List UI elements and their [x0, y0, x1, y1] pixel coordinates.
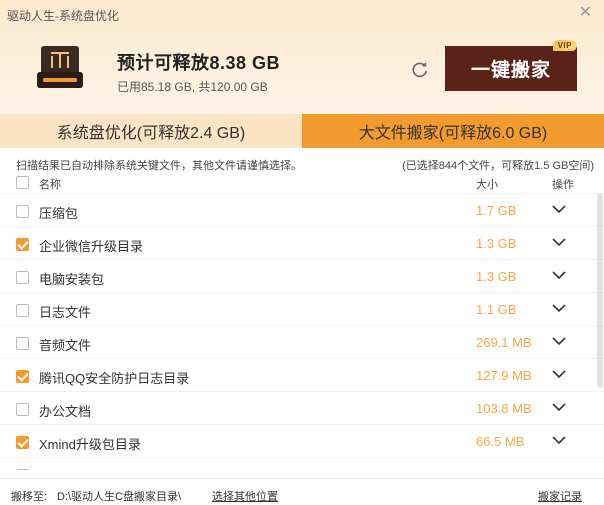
one-key-move-label: 一键搬家 [470, 60, 551, 81]
selection-summary: (已选择844个文件，可释放1.5 GB空间) [402, 160, 594, 172]
item-size: 269.1 MB [476, 335, 532, 350]
item-size: 1.7 GB [476, 203, 517, 218]
list-item[interactable]: 企业微信升级目录 1.3 GB [0, 226, 604, 259]
list-item[interactable]: 腾讯QQ安全防护日志目录 127.9 MB [0, 358, 604, 391]
item-size: 1.1 GB [476, 302, 517, 317]
item-size: 127.9 MB [476, 368, 532, 383]
close-icon[interactable]: ✕ [579, 5, 592, 21]
chevron-down-icon[interactable] [550, 433, 568, 447]
list-item[interactable]: 压缩包 1.7 GB [0, 193, 604, 226]
list-scrollbar[interactable] [597, 193, 603, 388]
column-size: 大小 [476, 179, 498, 191]
chevron-down-icon[interactable] [550, 334, 568, 348]
item-checkbox[interactable] [16, 403, 29, 416]
item-size: 66.5 MB [476, 434, 525, 449]
chevron-down-icon[interactable] [550, 268, 568, 282]
item-name: 压缩包 [39, 206, 79, 221]
item-name: 腾讯QQ安全防护日志目录 [39, 371, 190, 386]
move-to-label: 搬移至: [11, 491, 48, 503]
header: 驱动人生-系统盘优化 ✕ 预计可释放8.38 GB 已用85.18 GB, 共1… [0, 0, 604, 114]
list-item[interactable]: 电脑安装包 1.3 GB [0, 259, 604, 292]
footer: 搬移至: D:\驱动人生C盘搬家目录\ 选择其他位置 搬家记录 [0, 478, 604, 505]
column-action: 操作 [552, 179, 574, 191]
window-title: 驱动人生-系统盘优化 [7, 9, 119, 23]
chevron-down-icon[interactable] [550, 400, 568, 414]
scan-hint: 扫描结果已自动排除系统关键文件，其他文件请谨慎选择。 [16, 160, 302, 172]
select-all-checkbox[interactable] [16, 176, 29, 189]
item-checkbox[interactable] [16, 304, 29, 317]
item-checkbox[interactable] [16, 469, 29, 470]
chevron-down-icon[interactable] [550, 301, 568, 315]
item-name: 音频文件 [39, 338, 92, 353]
choose-other-location-link[interactable]: 选择其他位置 [212, 488, 278, 504]
column-header: 名称 大小 操作 [0, 174, 604, 192]
file-list: 压缩包 1.7 GB 企业微信升级目录 1.3 GB 电脑安装包 1.3 GB … [0, 193, 604, 470]
item-checkbox[interactable] [16, 238, 29, 251]
item-checkbox[interactable] [16, 337, 29, 350]
list-item[interactable]: 办公文档 103.8 MB [0, 391, 604, 424]
chevron-down-icon[interactable] [550, 202, 568, 216]
item-checkbox[interactable] [16, 436, 29, 449]
refresh-icon[interactable] [410, 60, 430, 80]
vip-badge: VIP [552, 40, 577, 51]
item-name: Xmind升级包目录 [39, 437, 141, 452]
chevron-down-icon[interactable] [550, 235, 568, 249]
item-name: 企业微信升级目录 [39, 239, 144, 254]
list-item[interactable]: Xmind升级包目录 66.5 MB [0, 424, 604, 457]
move-target-path: D:\驱动人生C盘搬家目录\ [57, 491, 182, 503]
release-estimate: 预计可释放8.38 GB [117, 53, 281, 73]
move-history-link[interactable]: 搬家记录 [538, 488, 582, 504]
list-item[interactable]: 日志文件 1.1 GB [0, 292, 604, 325]
item-checkbox[interactable] [16, 370, 29, 383]
chevron-down-icon[interactable] [550, 367, 568, 381]
one-key-move-button[interactable]: 一键搬家 VIP [445, 40, 577, 91]
disk-icon [37, 46, 83, 88]
tab-system-disk[interactable]: 系统盘优化(可释放2.4 GB) [0, 114, 302, 148]
item-name: 办公文档 [39, 404, 92, 419]
item-checkbox[interactable] [16, 205, 29, 218]
disk-usage: 已用85.18 GB, 共120.00 GB [117, 80, 268, 94]
item-name: 电脑安装包 [39, 272, 105, 287]
column-name: 名称 [39, 179, 61, 191]
list-item[interactable]: 音频文件 269.1 MB [0, 325, 604, 358]
item-size: 1.3 GB [476, 269, 517, 284]
tab-large-file-move[interactable]: 大文件搬家(可释放6.0 GB) [302, 114, 604, 148]
item-name: 日志文件 [39, 305, 92, 320]
tab-bar: 系统盘优化(可释放2.4 GB) 大文件搬家(可释放6.0 GB) [0, 114, 604, 148]
item-size: 103.8 MB [476, 401, 532, 416]
list-item[interactable] [0, 457, 604, 470]
item-size: 1.3 GB [476, 236, 517, 251]
item-checkbox[interactable] [16, 271, 29, 284]
